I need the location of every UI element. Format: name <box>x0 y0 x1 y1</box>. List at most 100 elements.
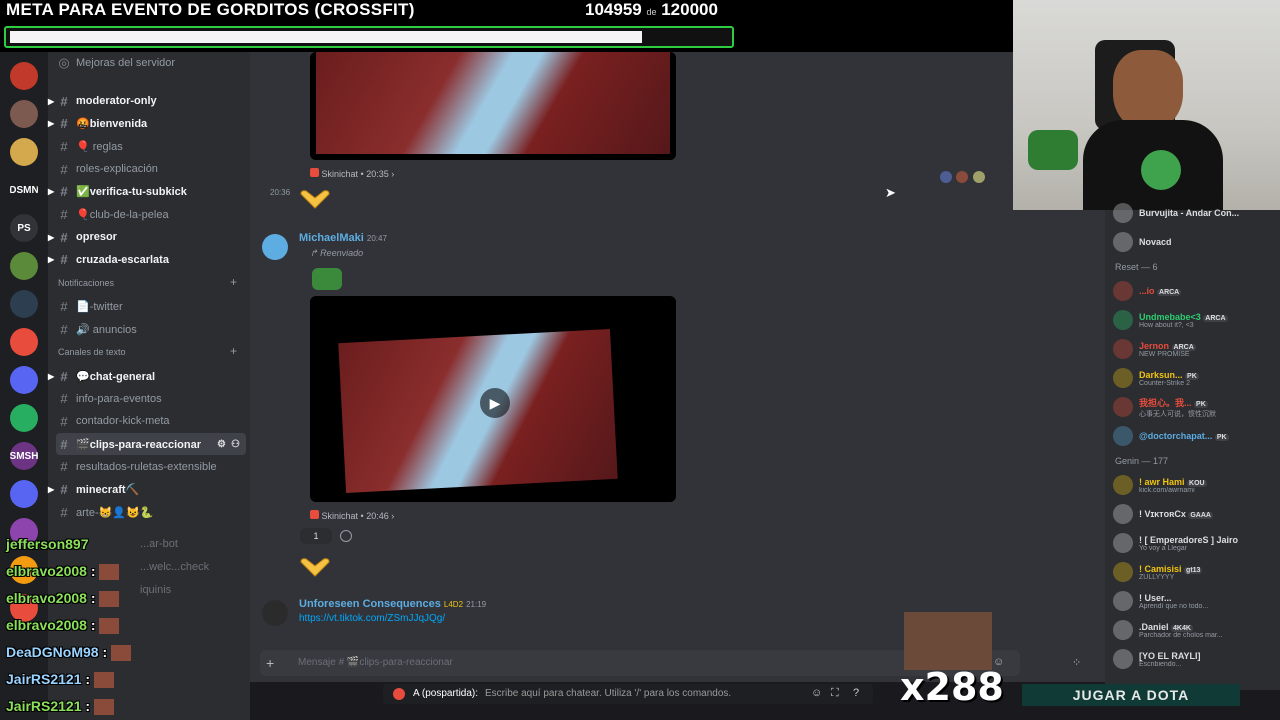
expand-arrow-icon[interactable]: ▶ <box>48 233 54 242</box>
channel-item[interactable]: ▶ # moderator-only <box>48 90 246 112</box>
member-item[interactable]: @doctorchapat... PK <box>1113 423 1275 449</box>
channel-item[interactable]: ▶ # 🤬bienvenida <box>48 113 246 135</box>
server-icon[interactable]: DSMN <box>10 176 38 204</box>
stream-chat-placeholder: Escribe aquí para chatear. Utiliza '/' p… <box>485 688 732 699</box>
member-item[interactable]: Undmebabe<3 ARCA How about it?, <3 <box>1113 307 1275 333</box>
overlay-chat-user: elbravo2008 <box>6 563 87 579</box>
overlay-chat-line: elbravo2008 : <box>6 563 120 581</box>
member-name: 我担心。我... <box>1139 397 1192 408</box>
member-item[interactable]: Novacd <box>1113 229 1275 255</box>
channel-item[interactable]: # 🎈club-de-la-pelea <box>56 204 246 226</box>
avatar <box>1113 562 1133 582</box>
channel-item[interactable]: # roles-explicación <box>56 158 246 180</box>
webcam-feed <box>1013 0 1280 210</box>
expand-arrow-icon[interactable]: ▶ <box>48 372 54 381</box>
channel-item[interactable]: # 🎬clips-para-reaccionar ⚇ ⚙ <box>56 433 246 456</box>
server-icon[interactable] <box>10 328 38 356</box>
server-icon[interactable] <box>10 480 38 508</box>
dota-cta-banner[interactable]: JUGAR A DOTA <box>1022 684 1240 706</box>
member-item[interactable]: Darksun... PK Counter-Strike 2 <box>1113 365 1275 391</box>
author-name[interactable]: Unforeseen Consequences <box>299 598 441 610</box>
goal-progress-bar <box>4 26 734 48</box>
apps-icon[interactable]: ⁘ <box>1072 656 1081 669</box>
reaction-chip[interactable]: 1 <box>300 528 332 544</box>
avatar[interactable] <box>262 600 288 626</box>
member-item[interactable]: 我担心。我... PK 心事无人可说，惯性沉默 <box>1113 394 1275 420</box>
overlay-chat-text: : <box>85 698 91 714</box>
server-icon[interactable] <box>10 404 38 432</box>
member-tag: PK <box>1214 434 1229 441</box>
hash-icon: # <box>60 391 68 407</box>
member-item[interactable]: Jernon ARCA NEW PROMISE <box>1113 336 1275 362</box>
channel-category[interactable]: Canales de texto <box>58 347 126 357</box>
server-icon[interactable] <box>10 62 38 90</box>
channel-item[interactable]: # 📄-twitter <box>56 296 246 318</box>
channel-item[interactable]: ▶ # ✅verifica-tu-subkick <box>48 181 246 203</box>
member-item[interactable]: ...io ARCA <box>1113 278 1275 304</box>
hash-icon: # <box>60 321 68 337</box>
member-item[interactable]: Burvujita - Andar Con... <box>1113 200 1275 226</box>
expand-arrow-icon[interactable]: ▶ <box>48 119 54 128</box>
member-item[interactable]: ! [ EmperadoreS ] Jairo Yo voy a Llegar <box>1113 530 1275 556</box>
avatar <box>1113 368 1133 388</box>
server-boost-link[interactable]: ◎ Mejoras del servidor <box>56 52 246 74</box>
reaction-icon[interactable] <box>940 171 952 183</box>
add-reaction-icon[interactable] <box>340 530 352 542</box>
channel-item[interactable]: ▶ # 💬chat-general <box>48 365 246 387</box>
avatar <box>1113 232 1133 252</box>
server-icon[interactable] <box>10 366 38 394</box>
video-embed-2[interactable]: ▶ <box>310 296 676 502</box>
author-badge: L4D2 <box>443 600 464 609</box>
server-icon[interactable] <box>10 290 38 318</box>
channel-name: cruzada-escarlata <box>76 253 169 266</box>
help-icon[interactable]: ? <box>853 687 859 699</box>
server-icon[interactable]: PS <box>10 214 38 242</box>
channel-item[interactable]: # resultados-ruletas-extensible <box>56 456 246 478</box>
add-channel-icon[interactable]: + <box>230 344 237 358</box>
server-icon[interactable] <box>10 252 38 280</box>
video-thumbnail <box>338 328 618 494</box>
expand-arrow-icon[interactable]: ▶ <box>48 485 54 494</box>
channel-item[interactable]: # 🎈 reglas <box>56 135 246 157</box>
channel-category[interactable]: Notificaciones <box>58 278 114 288</box>
member-item[interactable]: ! awr Hami KOU kick.com/awrnami <box>1113 472 1275 498</box>
message-link[interactable]: https://vt.tiktok.com/ZSmJJqJQg/ <box>299 613 445 624</box>
channel-item[interactable]: ▶ # minecraft⛏️ <box>48 479 246 501</box>
video-embed-1[interactable] <box>310 52 676 160</box>
forwarded-text: Reenviado <box>320 248 364 258</box>
invite-icon[interactable]: ⚇ <box>231 439 240 450</box>
hash-icon: # <box>60 436 68 452</box>
avatar[interactable] <box>262 234 288 260</box>
channel-item[interactable]: ▶ # opresor <box>48 226 246 248</box>
server-icon[interactable] <box>10 100 38 128</box>
member-item[interactable]: [YO EL RAYLI] Escribiendo... <box>1113 646 1275 672</box>
settings-icon[interactable]: ⚙ <box>217 439 226 450</box>
avatar <box>1113 620 1133 640</box>
channel-item[interactable]: # info-para-eventos <box>56 388 246 410</box>
member-item[interactable]: ! VɪᴋᴛᴏʀCx GAAA <box>1113 501 1275 527</box>
member-item[interactable]: ! Camisisi gt13 ZULLYYYY <box>1113 559 1275 585</box>
member-name: [YO EL RAYLI] <box>1139 650 1201 661</box>
channel-item[interactable]: ▶ # cruzada-escarlata <box>48 249 246 271</box>
channel-item[interactable]: # 🔊 anuncios <box>56 318 246 340</box>
add-channel-icon[interactable]: + <box>230 275 237 289</box>
stream-chat-bar[interactable]: A (pospartida): Escribe aquí para chatea… <box>383 684 873 704</box>
channel-item[interactable]: # arte-😸👤😺🐍 <box>56 501 246 523</box>
author-name[interactable]: MichaelMaki <box>299 232 364 244</box>
reaction-icon[interactable] <box>972 171 985 183</box>
expand-arrow-icon[interactable]: ▶ <box>48 97 54 106</box>
member-item[interactable]: ! User... Aprendí que no todo... <box>1113 588 1275 614</box>
member-item[interactable]: .Daniel 4K4K Parchador de cholos mar... <box>1113 617 1275 643</box>
expand-arrow-icon[interactable]: ▶ <box>48 255 54 264</box>
add-attachment-icon[interactable]: + <box>266 655 274 671</box>
server-icon[interactable]: SMSH <box>10 442 38 470</box>
channel-item[interactable]: # contador-kick-meta <box>56 410 246 432</box>
server-icon[interactable] <box>10 138 38 166</box>
reaction-icon[interactable] <box>956 171 969 183</box>
chat-settings-icon[interactable]: ⛶ <box>831 687 839 700</box>
overlay-chat-text: : <box>85 671 91 687</box>
message-hover-toolbar[interactable] <box>940 170 1000 186</box>
emoji-icon[interactable]: ☺ <box>811 687 822 699</box>
expand-arrow-icon[interactable]: ▶ <box>48 187 54 196</box>
play-icon[interactable]: ▶ <box>480 388 510 418</box>
